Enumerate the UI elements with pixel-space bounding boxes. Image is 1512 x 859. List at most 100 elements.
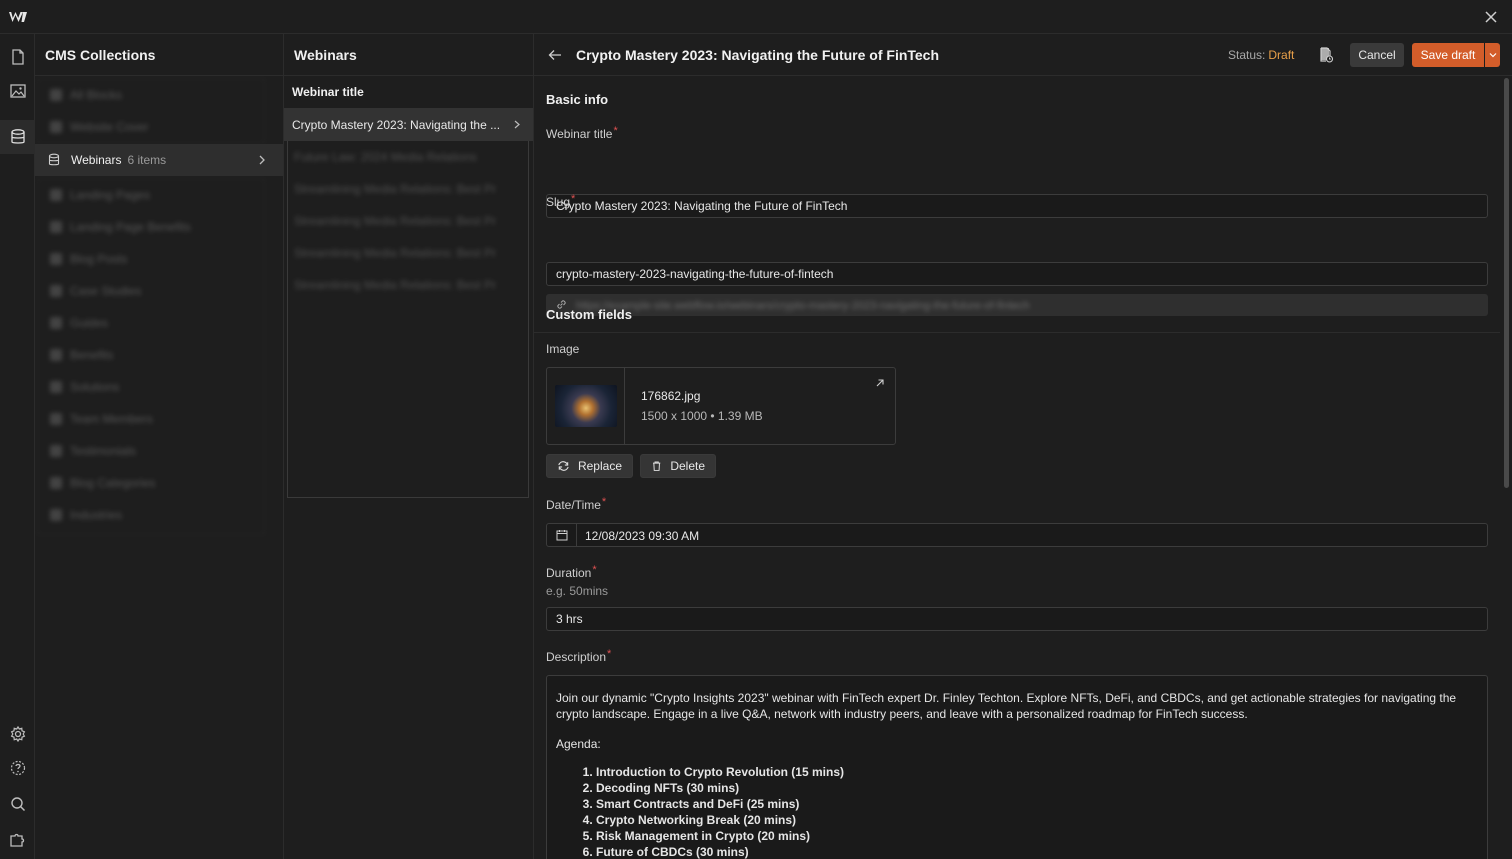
image-icon [9,84,26,98]
section-divider [534,332,1500,333]
save-options-button[interactable] [1485,43,1500,67]
image-meta: 1500 x 1000 • 1.39 MB [641,409,763,423]
database-icon [48,153,60,166]
item-title: Crypto Mastery 2023: Navigating the ... [292,117,501,132]
settings-button[interactable] [0,717,35,751]
top-bar [0,0,1512,34]
calendar-icon [556,530,567,541]
agenda-item: Risk Management in Crypto (20 mins) [596,828,1477,844]
collection-count: 6 items [127,153,167,167]
items-column-header[interactable]: Webinar title [284,76,533,108]
collection-item[interactable]: All Blocks [38,79,264,111]
collection-item[interactable]: Solutions [38,371,264,403]
chevron-right-icon [259,155,265,165]
image-thumbnail[interactable] [547,368,625,444]
pages-button[interactable] [0,40,35,74]
assets-button[interactable] [0,74,35,108]
item-row[interactable]: Streamlining Media Relations: Best Pr [288,205,528,237]
puzzle-icon [9,833,24,847]
item-row[interactable]: Streamlining Media Relations: Best Pr [288,269,528,301]
collection-item[interactable]: Website Cover [38,111,264,143]
delete-image-button[interactable]: Delete [640,454,716,478]
duration-input[interactable] [546,607,1488,631]
item-row[interactable]: Streamlining Media Relations: Best Pr [288,237,528,269]
image-label: Image [546,342,580,356]
calendar-button[interactable] [547,524,577,546]
collections-title: CMS Collections [35,34,283,76]
item-row-active[interactable]: Crypto Mastery 2023: Navigating the ... [284,108,533,141]
basic-info-title: Basic info [546,92,609,107]
collection-item[interactable]: Landing Page Benefits [38,211,264,243]
collection-item[interactable]: Guides [38,307,264,339]
required-asterisk: * [613,125,618,137]
slug-label: Slug* [546,193,576,209]
search-button[interactable] [0,787,35,821]
cms-editor-app: CMS Collections All Blocks Website Cover… [0,0,1512,859]
cms-button[interactable] [0,120,35,154]
items-title: Webinars [284,34,533,76]
custom-fields-title: Custom fields [546,307,632,322]
required-asterisk: * [607,648,612,660]
collection-item[interactable]: Landing Pages [38,179,264,211]
webflow-logo-icon[interactable] [8,9,28,25]
delete-label: Delete [670,459,705,473]
collection-item[interactable]: Blog Posts [38,243,264,275]
slug-url-preview[interactable]: https://example-site.webflow.io/webinars… [546,294,1488,316]
duration-label: Duration* [546,564,597,580]
datetime-input[interactable]: 12/08/2023 09:30 AM [546,523,1488,547]
item-row[interactable]: Future Law: 2024 Media Relations [288,141,528,173]
datetime-label: Date/Time* [546,496,607,512]
agenda-item: Decoding NFTs (30 mins) [596,780,1477,796]
collection-item[interactable]: Team Members [38,403,264,435]
items-panel: Webinars Webinar title Crypto Mastery 20… [284,34,534,859]
agenda-item: Smart Contracts and DeFi (25 mins) [596,796,1477,812]
icon-rail [0,34,35,859]
replace-image-button[interactable]: Replace [546,454,633,478]
image-filename: 176862.jpg [641,389,701,403]
webinar-title-input[interactable] [546,194,1488,218]
gear-icon [10,725,25,743]
collections-group-bottom: Landing Pages Landing Page Benefits Blog… [37,178,265,535]
trash-icon [653,461,661,471]
collection-item[interactable]: Blog Categories [38,467,264,499]
save-draft-button[interactable]: Save draft [1412,43,1484,67]
document-schedule-icon[interactable] [1319,47,1333,63]
items-list: Future Law: 2024 Media Relations Streaml… [287,141,529,498]
agenda-item: Introduction to Crypto Revolution (15 mi… [596,764,1477,780]
external-link-icon[interactable] [875,378,885,388]
collection-item[interactable]: Testimonials [38,435,264,467]
required-asterisk: * [601,496,607,508]
collections-group-top: All Blocks Website Cover [37,78,265,144]
editor-header: Crypto Mastery 2023: Navigating the Futu… [534,34,1512,76]
help-button[interactable] [0,751,35,785]
editor-body: Basic info Webinar title* Slug* https://… [534,76,1500,859]
apps-button[interactable] [0,823,35,857]
slug-input[interactable] [546,262,1488,286]
close-icon[interactable] [1484,10,1498,24]
collection-item[interactable]: Benefits [38,339,264,371]
help-icon [10,760,25,776]
webinar-title-label: Webinar title* [546,125,618,141]
slug-url-text: https://example-site.webflow.io/webinars… [576,300,1030,312]
refresh-icon [558,461,569,471]
duration-hint: e.g. 50mins [546,584,609,598]
collection-name: Webinars [71,153,122,167]
description-label: Description* [546,648,612,664]
cancel-button[interactable]: Cancel [1350,43,1404,67]
chevron-right-icon [514,120,520,129]
editor-scrollbar[interactable] [1504,78,1509,488]
collection-item[interactable]: Case Studies [38,275,264,307]
replace-label: Replace [577,459,622,473]
status-badge: Status: Draft [1228,48,1294,62]
description-intro: Join our dynamic "Crypto Insights 2023" … [556,691,1457,721]
collection-item[interactable]: Industries [38,499,264,531]
arrow-left-icon[interactable] [548,48,562,62]
collection-item-webinars[interactable]: Webinars 6 items [35,144,283,176]
page-icon [11,49,24,65]
description-editor[interactable]: Join our dynamic "Crypto Insights 2023" … [546,675,1488,859]
thumbnail-picture [554,385,617,427]
search-icon [10,797,25,812]
image-card[interactable]: 176862.jpg 1500 x 1000 • 1.39 MB [546,367,896,445]
item-row[interactable]: Streamlining Media Relations: Best Pr [288,173,528,205]
collections-panel: CMS Collections All Blocks Website Cover… [35,34,284,859]
